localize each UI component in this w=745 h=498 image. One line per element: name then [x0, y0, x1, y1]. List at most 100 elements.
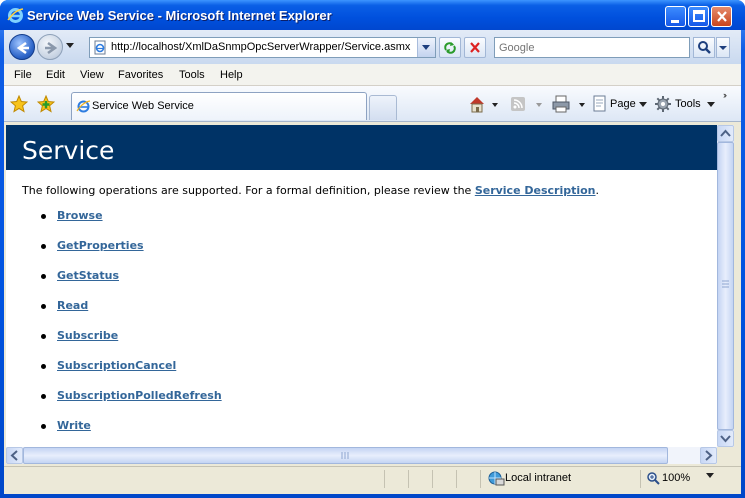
chevron-down-icon	[639, 102, 647, 107]
status-divider	[456, 470, 457, 488]
tab-command-bar: Service Web Service Page Tools ››	[4, 86, 741, 122]
intro-end: .	[595, 184, 600, 197]
status-divider	[640, 470, 641, 488]
vertical-scroll-thumb[interactable]	[717, 142, 734, 430]
tools-menu-label: Tools	[675, 98, 701, 110]
printer-icon	[552, 95, 585, 113]
address-field[interactable]: http://localhost/XmlDaSnmpOpcServerWrapp…	[89, 37, 436, 58]
bullet-icon	[41, 244, 46, 249]
scroll-left-button[interactable]	[6, 447, 23, 464]
forward-button[interactable]	[37, 34, 63, 60]
bullet-icon	[41, 304, 46, 309]
menu-favorites[interactable]: Favorites	[118, 69, 163, 81]
intro-text: The following operations are supported. …	[22, 184, 475, 197]
minimize-icon	[671, 20, 679, 23]
new-tab-button[interactable]	[369, 95, 397, 120]
print-button[interactable]	[552, 95, 588, 113]
chevron-down-icon	[719, 46, 727, 50]
home-button[interactable]	[468, 95, 502, 113]
maximize-button[interactable]	[688, 6, 709, 27]
search-button[interactable]	[693, 37, 715, 58]
tab-label: Service Web Service	[92, 100, 194, 112]
ie-logo-icon	[7, 8, 24, 23]
bullet-icon	[41, 394, 46, 399]
ie-page-icon	[76, 100, 91, 113]
chevron-down-icon	[707, 102, 715, 107]
recent-pages-dropdown-icon[interactable]	[66, 43, 74, 48]
vertical-scrollbar[interactable]	[717, 125, 734, 447]
bullet-icon	[41, 214, 46, 219]
refresh-icon	[444, 42, 456, 54]
status-divider	[384, 470, 385, 488]
magnifier-icon	[698, 41, 711, 54]
toolbar-overflow-icon[interactable]: ››	[723, 90, 727, 100]
home-icon	[470, 97, 498, 113]
maximize-icon	[693, 10, 705, 22]
page-title: Service	[22, 136, 115, 165]
address-dropdown-button[interactable]	[417, 38, 435, 57]
tab-service-web-service[interactable]: Service Web Service	[71, 92, 367, 120]
bullet-icon	[41, 424, 46, 429]
search-box[interactable]	[494, 37, 690, 58]
intro-paragraph: The following operations are supported. …	[22, 184, 599, 197]
scroll-up-button[interactable]	[717, 125, 734, 142]
grip-icon	[722, 280, 729, 288]
chevron-up-icon	[720, 129, 731, 137]
status-divider	[480, 470, 481, 488]
chevron-down-icon[interactable]	[706, 473, 714, 478]
close-icon	[717, 11, 727, 22]
intranet-zone-icon	[488, 471, 505, 486]
scroll-down-button[interactable]	[717, 430, 734, 447]
feeds-button[interactable]	[510, 95, 544, 113]
search-input[interactable]	[495, 38, 685, 57]
menu-view[interactable]: View	[80, 69, 104, 81]
rss-feed-icon	[511, 97, 542, 111]
menu-file[interactable]: File	[14, 69, 32, 81]
operation-link-write[interactable]: Write	[57, 419, 91, 432]
horizontal-scrollbar[interactable]	[6, 447, 717, 464]
gear-icon	[655, 96, 671, 112]
page-menu-button[interactable]: Page	[591, 95, 649, 113]
page-content: Service The following operations are sup…	[6, 125, 717, 447]
favorites-star-icon[interactable]	[10, 95, 28, 113]
operation-link-getstatus[interactable]: GetStatus	[57, 269, 119, 282]
close-button[interactable]	[711, 6, 732, 27]
service-description-link[interactable]: Service Description	[475, 184, 596, 197]
back-button[interactable]	[9, 34, 35, 60]
menu-help[interactable]: Help	[220, 69, 243, 81]
horizontal-scroll-thumb[interactable]	[23, 447, 668, 464]
minimize-button[interactable]	[665, 6, 686, 27]
chevron-right-icon	[705, 450, 713, 461]
operation-link-read[interactable]: Read	[57, 299, 88, 312]
window-title: Service Web Service - Microsoft Internet…	[27, 8, 332, 23]
scrollbar-corner	[717, 447, 734, 464]
ie-page-icon	[94, 40, 106, 55]
zoom-magnifier-icon[interactable]	[646, 471, 660, 485]
bullet-icon	[41, 334, 46, 339]
refresh-button[interactable]	[439, 37, 461, 58]
page-icon	[593, 95, 606, 112]
search-options-button[interactable]	[716, 37, 730, 58]
bullet-icon	[41, 364, 46, 369]
menu-bar: File Edit View Favorites Tools Help	[4, 64, 741, 86]
add-favorite-icon[interactable]	[37, 95, 55, 113]
menu-tools[interactable]: Tools	[179, 69, 205, 81]
stop-button[interactable]	[464, 37, 486, 58]
page-menu-label: Page	[610, 98, 636, 110]
title-bar[interactable]: Service Web Service - Microsoft Internet…	[0, 0, 745, 30]
browser-window: Service Web Service - Microsoft Internet…	[0, 0, 745, 498]
forward-arrow-icon	[45, 41, 58, 55]
operation-link-getproperties[interactable]: GetProperties	[57, 239, 144, 252]
chevron-down-icon	[720, 435, 731, 443]
tools-menu-button[interactable]: Tools	[654, 95, 716, 113]
status-bar: Local intranet 100%	[4, 466, 741, 490]
operation-link-subscriptionpolledrefresh[interactable]: SubscriptionPolledRefresh	[57, 389, 222, 402]
chevron-down-icon	[422, 45, 430, 50]
address-url: http://localhost/XmlDaSnmpOpcServerWrapp…	[111, 41, 411, 53]
zoom-level[interactable]: 100%	[662, 472, 690, 484]
operation-link-subscribe[interactable]: Subscribe	[57, 329, 118, 342]
scroll-right-button[interactable]	[700, 447, 717, 464]
menu-edit[interactable]: Edit	[46, 69, 65, 81]
operation-link-subscriptioncancel[interactable]: SubscriptionCancel	[57, 359, 176, 372]
operation-link-browse[interactable]: Browse	[57, 209, 103, 222]
